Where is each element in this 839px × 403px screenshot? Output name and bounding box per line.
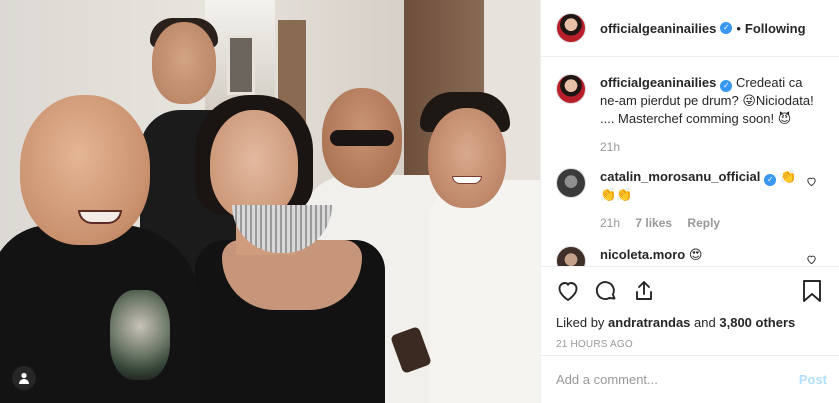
comments-list[interactable]: officialgeaninailies ✓ Credeati ca ne-am … <box>541 58 839 266</box>
comment-username[interactable]: catalin_morosanu_official <box>600 169 760 184</box>
comment-time[interactable]: 21h <box>600 140 620 154</box>
verified-badge-icon: ✓ <box>720 80 733 92</box>
post-timestamp[interactable]: 21 HOURS AGO <box>556 339 823 350</box>
comment-username[interactable]: nicoleta.moro <box>600 247 685 262</box>
post-photo[interactable] <box>0 0 540 403</box>
liked-by-prefix: Liked by <box>556 315 605 330</box>
heart-icon[interactable] <box>556 279 580 303</box>
caption-avatar[interactable] <box>556 74 586 104</box>
commenter-avatar[interactable] <box>556 246 586 266</box>
author-avatar[interactable] <box>556 13 586 43</box>
comment-username[interactable]: officialgeaninailies <box>600 75 716 90</box>
comment-likes[interactable]: 7 likes <box>635 216 672 230</box>
comment-item: nicoleta.moro 😍 <box>556 246 823 266</box>
liked-by-user[interactable]: andratrandas <box>608 315 690 330</box>
post-comment-button[interactable]: Post <box>799 372 827 387</box>
likes-summary: Liked by andratrandas and 3,800 others <box>556 315 823 330</box>
comment-input[interactable] <box>556 372 799 387</box>
commenter-avatar[interactable] <box>556 168 586 198</box>
verified-badge-icon: ✓ <box>764 174 777 186</box>
caption-comment: officialgeaninailies ✓ Credeati ca ne-am … <box>556 74 823 156</box>
post-header: officialgeaninailies ✓ • Following <box>541 0 839 57</box>
heart-icon[interactable] <box>806 176 817 187</box>
reply-button[interactable]: Reply <box>687 216 720 230</box>
verified-badge-icon: ✓ <box>720 22 733 34</box>
instagram-post: officialgeaninailies ✓ • Following offic… <box>0 0 839 403</box>
separator-dot: • <box>736 20 741 36</box>
comment-time[interactable]: 21h <box>600 216 620 230</box>
post-actions: Liked by andratrandas and 3,800 others 2… <box>541 266 839 350</box>
comment-icon[interactable] <box>594 279 618 303</box>
bookmark-icon[interactable] <box>801 279 823 303</box>
add-comment-bar: Post <box>541 355 839 403</box>
liked-by-and: and <box>694 315 716 330</box>
comment-text: 😍 <box>688 247 703 262</box>
user-tag-icon[interactable] <box>12 366 36 390</box>
author-username[interactable]: officialgeaninailies <box>600 21 716 36</box>
heart-icon[interactable] <box>806 254 817 265</box>
comment-item: catalin_morosanu_official ✓ 👏 👏👏 21h 7 li… <box>556 168 823 232</box>
following-button[interactable]: Following <box>745 21 806 36</box>
post-side-panel: officialgeaninailies ✓ • Following offic… <box>540 0 839 403</box>
liked-by-count[interactable]: 3,800 others <box>719 315 795 330</box>
share-icon[interactable] <box>632 279 656 303</box>
